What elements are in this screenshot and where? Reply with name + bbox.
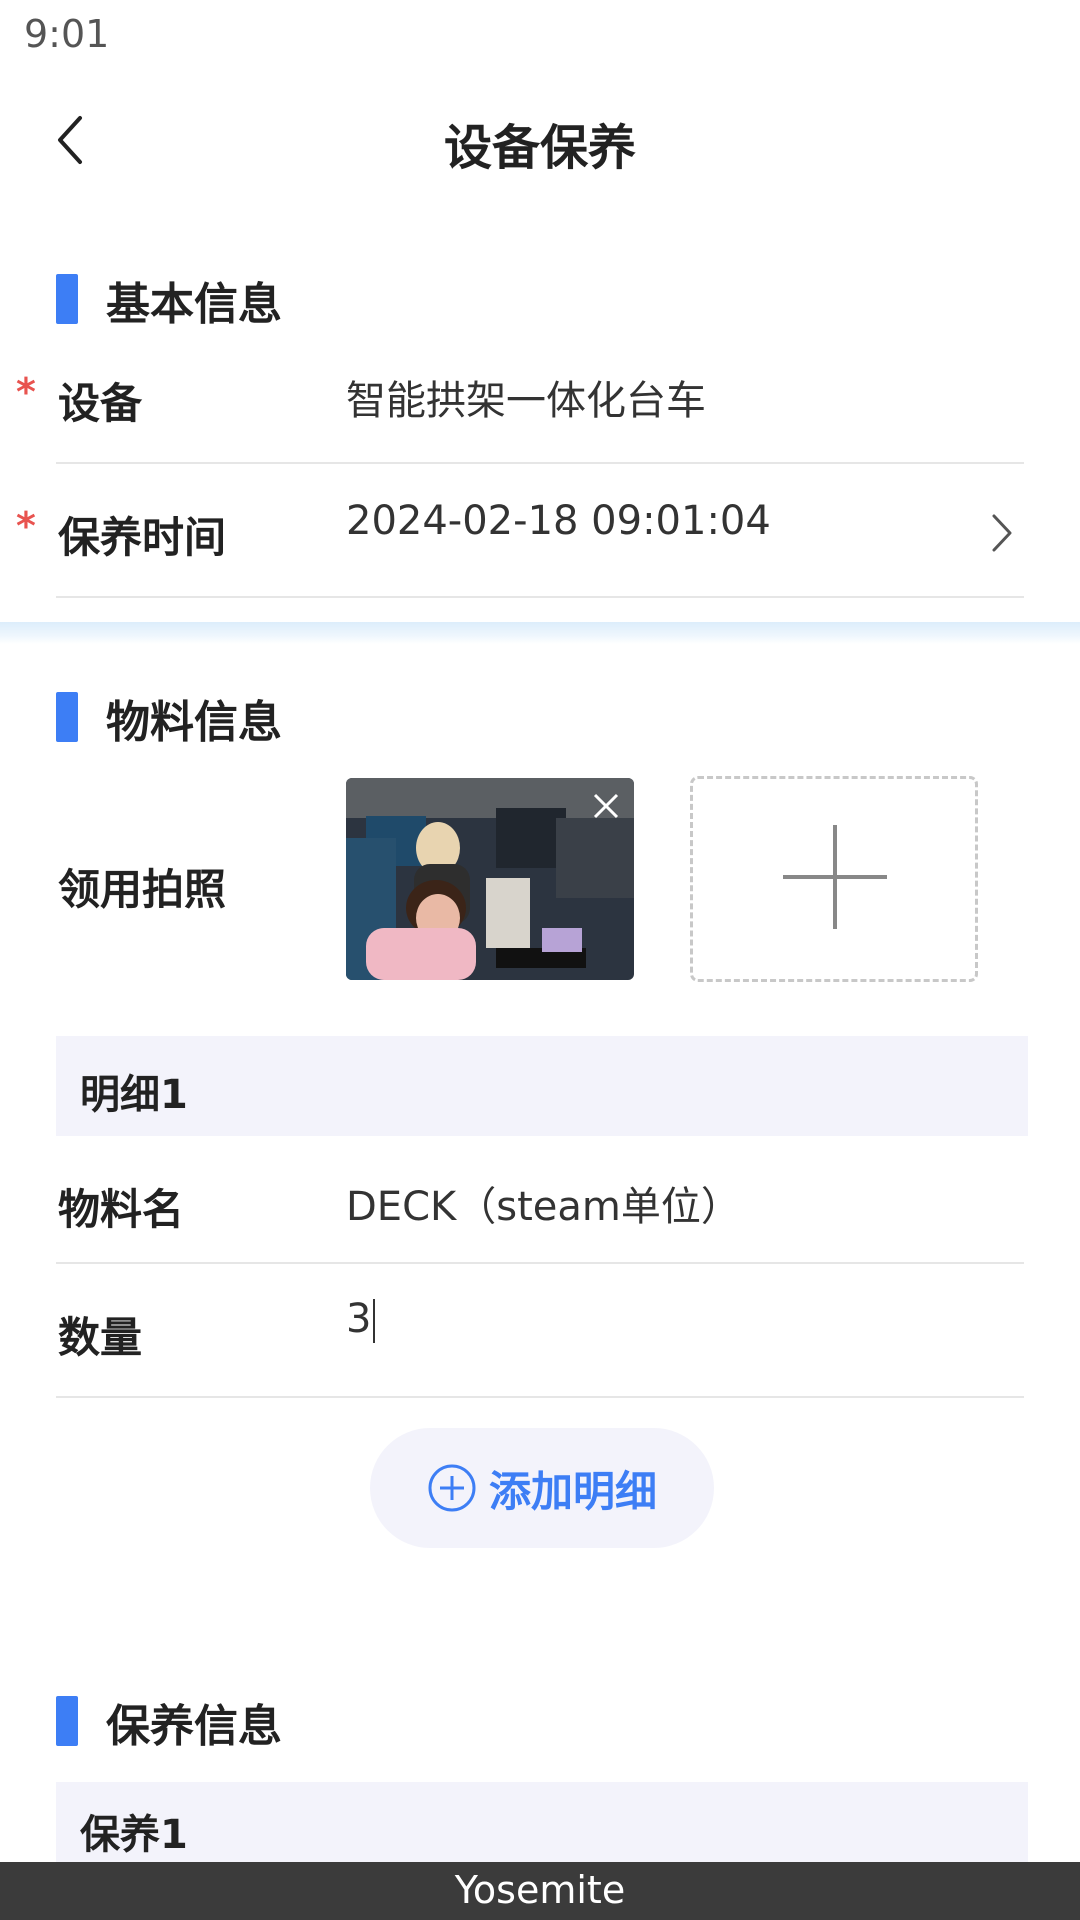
add-photo-button[interactable] bbox=[690, 776, 978, 982]
photo-thumbnail[interactable] bbox=[346, 778, 634, 980]
device-row[interactable]: * 设备 智能拱架一体化台车 bbox=[0, 352, 1080, 464]
section-accent-bar bbox=[56, 1696, 78, 1746]
status-time: 9:01 bbox=[24, 12, 110, 56]
section-basic-info: 基本信息 bbox=[0, 262, 1080, 332]
text-caret bbox=[373, 1299, 376, 1343]
divider bbox=[56, 596, 1024, 598]
required-mark: * bbox=[16, 370, 36, 414]
chevron-right-icon[interactable] bbox=[986, 510, 1016, 556]
maintenance-item-label: 保养1 bbox=[80, 1812, 188, 1858]
maintenance-item-header: 保养1 bbox=[56, 1782, 1028, 1864]
section-accent-bar bbox=[56, 692, 78, 742]
nav-bar: 设备保养 bbox=[0, 90, 1080, 190]
required-mark: * bbox=[16, 504, 36, 548]
quantity-row[interactable]: 数量 3 bbox=[0, 1264, 1080, 1398]
plus-circle-icon bbox=[428, 1464, 476, 1512]
material-name-row[interactable]: 物料名 DECK（steam单位） bbox=[0, 1136, 1080, 1264]
add-detail-button[interactable]: 添加明细 bbox=[370, 1428, 714, 1548]
section-title: 保养信息 bbox=[106, 1701, 282, 1752]
material-name-label: 物料名 bbox=[58, 1185, 185, 1234]
section-maintenance-info: 保养信息 bbox=[0, 1684, 1080, 1754]
device-label: 设备 bbox=[58, 379, 143, 428]
maintenance-time-value[interactable]: 2024-02-18 09:01:04 bbox=[346, 498, 771, 544]
material-name-value[interactable]: DECK（steam单位） bbox=[346, 1174, 741, 1232]
add-detail-label: 添加明细 bbox=[488, 1466, 657, 1516]
detail-header: 明细1 bbox=[56, 1036, 1028, 1136]
close-icon bbox=[593, 793, 619, 819]
bottom-bar: Yosemite bbox=[0, 1862, 1080, 1920]
photo-remove-button[interactable] bbox=[584, 784, 628, 828]
quantity-value: 3 bbox=[346, 1296, 372, 1342]
maintenance-time-row[interactable]: * 保养时间 2024-02-18 09:01:04 bbox=[0, 464, 1080, 598]
section-title: 基本信息 bbox=[106, 279, 282, 330]
page-title: 设备保养 bbox=[443, 120, 636, 176]
photo-label: 领用拍照 bbox=[58, 865, 227, 914]
device-value[interactable]: 智能拱架一体化台车 bbox=[346, 368, 706, 426]
section-separator bbox=[0, 622, 1080, 644]
quantity-label: 数量 bbox=[58, 1313, 143, 1362]
quantity-input[interactable]: 3 bbox=[346, 1296, 376, 1343]
detail-header-label: 明细1 bbox=[80, 1072, 188, 1118]
divider bbox=[56, 1396, 1024, 1398]
section-accent-bar bbox=[56, 274, 78, 324]
section-material-info: 物料信息 bbox=[0, 680, 1080, 750]
plus-icon bbox=[783, 825, 887, 929]
bottom-bar-label: Yosemite bbox=[454, 1868, 626, 1912]
status-bar: 9:01 bbox=[0, 0, 1080, 78]
maintenance-time-label: 保养时间 bbox=[58, 513, 227, 562]
section-title: 物料信息 bbox=[106, 697, 282, 748]
